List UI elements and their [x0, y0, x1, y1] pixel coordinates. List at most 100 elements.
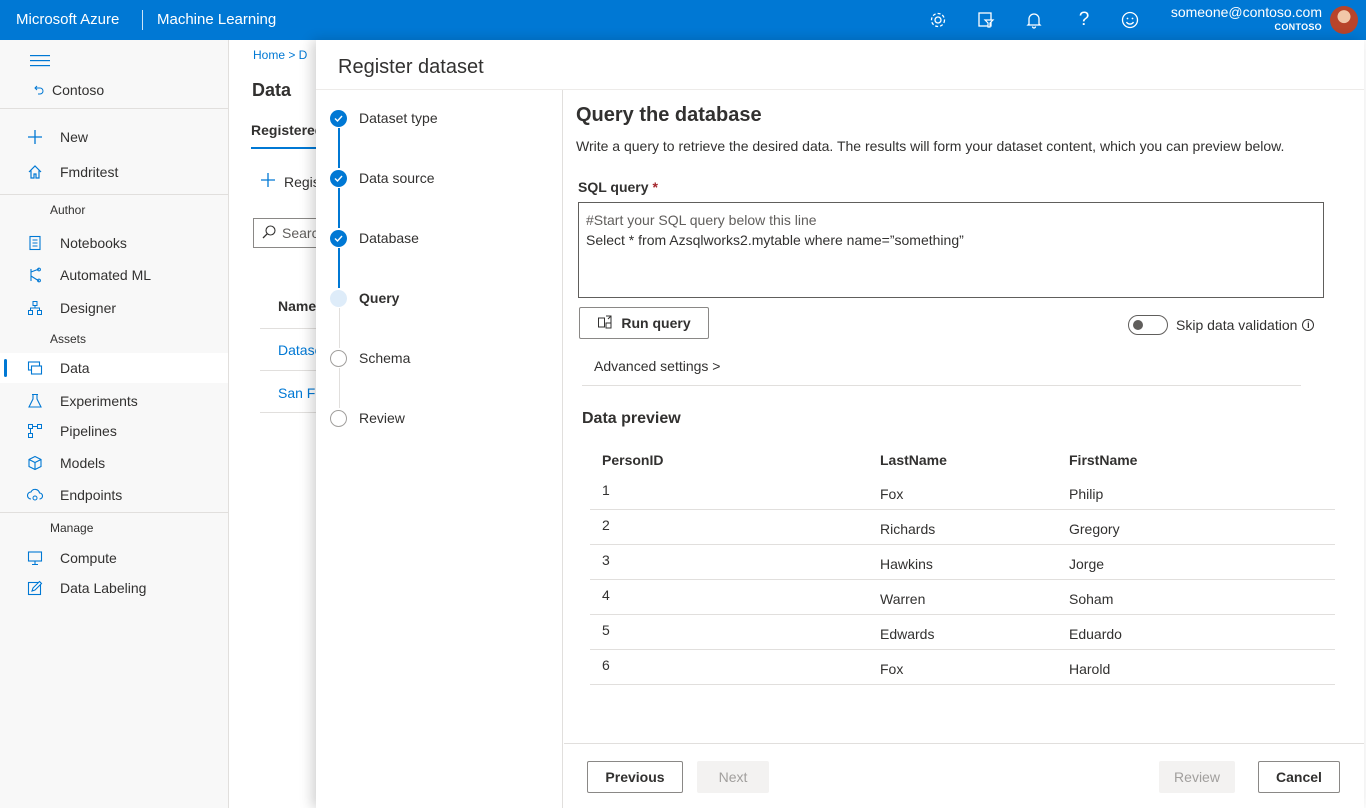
- home-icon: [27, 164, 43, 180]
- table-cell: Hawkins: [880, 556, 933, 572]
- table-row: 5 Edwards Eduardo: [590, 615, 1335, 650]
- search-placeholder: Searc: [282, 225, 319, 241]
- table-cell: Gregory: [1069, 521, 1120, 537]
- data-preview-title: Data preview: [582, 410, 681, 427]
- skip-validation-toggle[interactable]: [1128, 315, 1168, 335]
- background-page: Home > D Data Registered Regis Searc Nam…: [230, 40, 320, 808]
- data-preview-table: PersonID LastName FirstName 1 Fox Philip…: [590, 440, 1335, 685]
- table-cell: 6: [602, 657, 610, 673]
- sidebar-item-experiments[interactable]: Experiments: [0, 386, 228, 416]
- review-button[interactable]: Review: [1159, 761, 1235, 793]
- endpoint-icon: [26, 487, 43, 503]
- table-cell: 5: [602, 622, 610, 638]
- run-query-button[interactable]: Run query: [579, 307, 709, 339]
- workspace-name: Contoso: [52, 82, 105, 98]
- current-step-dot: [330, 289, 347, 307]
- bell-icon[interactable]: [1022, 8, 1046, 32]
- table-row: 3 Hawkins Jorge: [590, 545, 1335, 580]
- step-dataset-type[interactable]: Dataset type: [330, 108, 438, 128]
- smiley-icon[interactable]: [1118, 8, 1142, 32]
- table-cell: Jorge: [1069, 556, 1105, 572]
- cube-icon: [27, 455, 43, 471]
- name-column-header: Name: [278, 298, 317, 314]
- check-icon: [330, 169, 347, 187]
- user-email: someone@contoso.com: [1170, 4, 1322, 20]
- tab-underline: [251, 147, 320, 149]
- sidebar-item-label: Models: [60, 455, 106, 471]
- sidebar-item-endpoints[interactable]: Endpoints: [0, 480, 228, 510]
- next-button[interactable]: Next: [697, 761, 769, 793]
- sidebar-item-compute[interactable]: Compute: [0, 543, 228, 573]
- step-query[interactable]: Query: [330, 288, 399, 308]
- step-database[interactable]: Database: [330, 228, 419, 248]
- sidebar-item-label: Experiments: [60, 393, 138, 409]
- info-icon[interactable]: i: [1302, 319, 1315, 331]
- sidebar-item-label: Compute: [60, 550, 117, 566]
- sidebar-item-models[interactable]: Models: [0, 448, 228, 478]
- filter-icon[interactable]: [974, 8, 998, 32]
- sidebar-item-designer[interactable]: Designer: [0, 293, 228, 323]
- cancel-button[interactable]: Cancel: [1258, 761, 1340, 793]
- avatar[interactable]: [1330, 6, 1358, 34]
- table-cell: Fox: [880, 486, 904, 502]
- help-icon[interactable]: ?: [1072, 8, 1096, 32]
- table-row: 6 Fox Harold: [590, 650, 1335, 685]
- sidebar-item-label: Endpoints: [60, 487, 123, 503]
- advanced-settings-link[interactable]: Advanced settings >: [594, 358, 720, 374]
- row-divider: [260, 370, 320, 371]
- brand-name[interactable]: Microsoft Azure: [16, 0, 119, 40]
- table-cell: Edwards: [880, 626, 935, 642]
- sidebar-item-notebooks[interactable]: Notebooks: [0, 228, 228, 258]
- table-cell: Warren: [880, 591, 926, 607]
- register-dataset-button[interactable]: Regis: [260, 172, 320, 191]
- sidebar-divider: [0, 194, 229, 195]
- table-cell: Eduardo: [1069, 626, 1122, 642]
- step-label: Data source: [359, 170, 435, 186]
- monitor-icon: [27, 550, 43, 566]
- step-connector: [339, 308, 340, 348]
- table-cell: 1: [602, 482, 610, 498]
- toggle-knob: [1133, 320, 1143, 330]
- sidebar-item-label: Fmdritest: [60, 164, 119, 180]
- sidebar-item-automated-ml[interactable]: Automated ML: [0, 260, 228, 290]
- step-connector: [338, 128, 340, 168]
- gear-icon[interactable]: [926, 8, 950, 32]
- sidebar-item-pipelines[interactable]: Pipelines: [0, 416, 228, 446]
- step-label: Schema: [359, 350, 411, 366]
- section-description: Write a query to retrieve the desired da…: [576, 138, 1285, 154]
- search-icon: [262, 224, 276, 242]
- table-cell: 4: [602, 587, 610, 603]
- step-label: Review: [359, 410, 405, 426]
- back-arrow-icon: [34, 82, 44, 98]
- previous-button[interactable]: Previous: [587, 761, 683, 793]
- column-header: PersonID: [602, 452, 664, 468]
- step-connector: [339, 368, 340, 408]
- workspace-link[interactable]: Contoso: [34, 82, 104, 98]
- sidebar-item-data-labeling[interactable]: Data Labeling: [0, 573, 228, 603]
- breadcrumb[interactable]: Home > D: [253, 48, 307, 62]
- search-input[interactable]: Searc: [253, 218, 320, 248]
- sidebar-item-label: Data: [60, 360, 90, 376]
- sql-label-text: SQL query: [578, 179, 649, 195]
- step-connector: [338, 188, 340, 228]
- automl-icon: [27, 267, 43, 283]
- product-name[interactable]: Machine Learning: [157, 0, 276, 40]
- hamburger-icon[interactable]: [30, 54, 50, 70]
- sql-query-editor[interactable]: #Start your SQL query below this line Se…: [578, 202, 1324, 298]
- dataset-link[interactable]: Datase: [278, 342, 320, 358]
- designer-icon: [27, 300, 43, 316]
- wizard-stepper: Dataset type Data source Database Query …: [316, 90, 563, 808]
- sidebar-divider: [0, 108, 229, 109]
- step-schema: Schema: [330, 348, 410, 368]
- sidebar-item-new[interactable]: New: [0, 122, 228, 152]
- sidebar-item-fmdritest[interactable]: Fmdritest: [0, 157, 228, 187]
- table-row: 4 Warren Soham: [590, 580, 1335, 615]
- dataset-link[interactable]: San Fr: [278, 385, 320, 401]
- step-data-source[interactable]: Data source: [330, 168, 434, 188]
- tab-registered[interactable]: Registered: [251, 122, 320, 138]
- user-menu[interactable]: someone@contoso.com CONTOSO: [1171, 4, 1322, 33]
- sidebar-item-data[interactable]: Data: [0, 353, 228, 383]
- pending-step-dot: [330, 349, 347, 367]
- table-cell: 3: [602, 552, 610, 568]
- sidebar-item-label: Notebooks: [60, 235, 127, 251]
